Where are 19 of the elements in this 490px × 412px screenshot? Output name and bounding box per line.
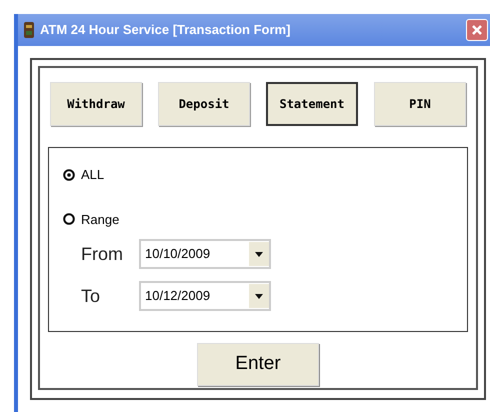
radio-label: Range [81,210,120,229]
tab[interactable]: Statement [266,82,358,126]
dropdown-caret-icon[interactable] [249,242,269,266]
enter-button[interactable]: Enter [197,343,319,386]
dropdown-caret-icon[interactable] [249,284,269,308]
date-label: To [81,284,102,308]
radio-button[interactable] [63,168,75,181]
tab[interactable]: Withdraw [50,82,142,126]
window-title: ATM 24 Hour Service [Transaction Form] [40,21,292,40]
radio-button[interactable] [63,213,75,226]
date-label: From [81,242,124,266]
tab[interactable]: PIN [374,82,466,126]
tab[interactable]: Deposit [158,82,250,126]
app-icon [24,22,34,38]
radio-label: ALL [81,166,104,184]
close-icon [471,24,483,36]
date-field[interactable]: 10/10/2009 [139,239,271,269]
date-field[interactable]: 10/12/2009 [139,281,271,311]
close-button[interactable] [466,19,488,41]
